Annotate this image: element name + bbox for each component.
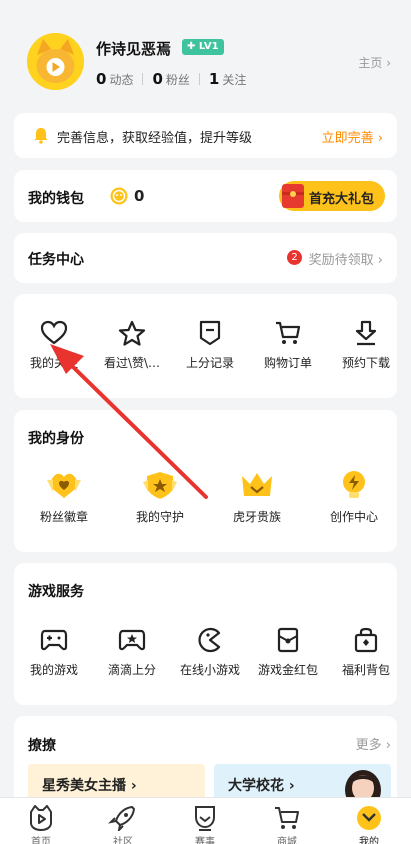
- huya-noble-entry[interactable]: 虎牙贵族: [217, 470, 297, 525]
- download-icon: [355, 320, 377, 346]
- welfare-bag-label: 福利背包: [341, 663, 390, 677]
- profile-stats: 0 动态 0 粉丝 1 关注: [96, 70, 246, 88]
- viewed-liked-entry[interactable]: 看过\赞\…: [94, 320, 170, 371]
- home-icon: [30, 805, 52, 831]
- rank-record-label: 上分记录: [185, 356, 234, 370]
- gamepad-icon: [40, 629, 68, 651]
- trophy-icon: [195, 806, 215, 831]
- red-packet-icon: [277, 627, 299, 653]
- wallet-balance: 0: [134, 187, 145, 205]
- task-badge: 2: [287, 250, 302, 265]
- beauty-streamer-label: 星秀美女主播 ›: [42, 778, 137, 794]
- tab-events-label: 赛事: [195, 837, 215, 844]
- game-red-packet-label: 游戏金红包: [257, 663, 318, 677]
- reserve-download-entry[interactable]: 预约下载: [328, 320, 404, 371]
- task-center-row[interactable]: 任务中心 2 奖励待领取 ›: [14, 233, 397, 283]
- bottom-tab-bar: 首页 社区 赛事 商城 我的: [0, 797, 411, 844]
- follow-count: 1: [208, 70, 220, 88]
- game-red-packet-entry[interactable]: 游戏金红包: [250, 627, 326, 678]
- wallet-title: 我的钱包: [28, 191, 84, 207]
- task-center-title: 任务中心: [28, 252, 84, 268]
- reserve-download-label: 预约下载: [341, 356, 390, 370]
- cart-icon: [275, 807, 299, 829]
- guard-icon: [143, 472, 177, 499]
- level-badge: ✚ LV1: [182, 39, 224, 55]
- more-link[interactable]: 更多 ›: [356, 734, 391, 753]
- pacman-icon: [198, 627, 221, 653]
- avatar[interactable]: [27, 33, 84, 90]
- didi-rank-label: 滴滴上分: [107, 663, 156, 677]
- tab-mall[interactable]: 商城: [246, 798, 328, 844]
- huya-noble-label: 虎牙贵族: [232, 510, 281, 524]
- rocket-icon: [108, 806, 135, 831]
- divider: [142, 73, 144, 85]
- shopping-orders-label: 购物订单: [263, 356, 312, 370]
- fan-badge-label: 粉丝徽章: [39, 510, 88, 524]
- tab-community[interactable]: 社区: [82, 798, 164, 844]
- bag-icon: [354, 627, 378, 653]
- quick-entries: 我的关注 看过\赞\… 上分记录 购物订单 预约下载: [14, 294, 397, 398]
- creator-center-label: 创作中心: [329, 510, 378, 524]
- divider: [198, 73, 200, 85]
- game-services-card: 游戏服务 我的游戏 滴滴上分 在线小游戏 游戏金红包 福利背包: [14, 563, 397, 705]
- star-icon: [118, 320, 146, 346]
- crown-icon: [242, 473, 272, 496]
- homepage-link[interactable]: 主页 ›: [358, 54, 391, 71]
- liaoliao-card: 撩撩 更多 › 星秀美女主播 › 大学校花 ›: [14, 716, 397, 806]
- reward-pending-link[interactable]: 奖励待领取 ›: [309, 249, 383, 268]
- heart-icon: [40, 320, 68, 345]
- my-guard-entry[interactable]: 我的守护: [120, 470, 200, 525]
- notice-text: 完善信息，获取经验值，提升等级: [57, 131, 253, 146]
- fan-badge-entry[interactable]: 粉丝徽章: [24, 470, 104, 525]
- dynamics-label[interactable]: 动态: [109, 71, 133, 88]
- first-recharge-button[interactable]: 首充大礼包: [279, 181, 385, 211]
- shopping-orders-entry[interactable]: 购物订单: [250, 320, 326, 371]
- my-guard-label: 我的守护: [135, 510, 184, 524]
- fan-badge-icon: [47, 473, 81, 498]
- complete-profile-link[interactable]: 立即完善 ›: [322, 127, 383, 146]
- profile-notice[interactable]: 完善信息，获取经验值，提升等级 立即完善 ›: [14, 113, 397, 158]
- liaoliao-title: 撩撩: [28, 738, 56, 754]
- game-services-title: 游戏服务: [28, 584, 84, 600]
- identity-card: 我的身份 粉丝徽章 我的守护 虎牙贵族 创作中心: [14, 410, 397, 552]
- fans-label[interactable]: 粉丝: [166, 71, 190, 88]
- my-follow-entry[interactable]: 我的关注: [16, 320, 92, 371]
- gamepad-star-icon: [118, 629, 146, 651]
- follow-label[interactable]: 关注: [222, 71, 246, 88]
- wallet-row[interactable]: 我的钱包 0 首充大礼包: [14, 170, 397, 222]
- record-icon: [199, 320, 221, 346]
- first-recharge-label: 首充大礼包: [309, 192, 375, 207]
- online-mini-games-entry[interactable]: 在线小游戏: [172, 627, 248, 678]
- cart-icon: [276, 321, 301, 344]
- gift-icon: [282, 184, 304, 208]
- profile-header: 作诗见恶焉 ✚ LV1 0 动态 0 粉丝 1 关注 主页 ›: [0, 0, 411, 105]
- tab-home[interactable]: 首页: [0, 798, 82, 844]
- campus-belle-label: 大学校花 ›: [228, 778, 295, 794]
- rank-record-entry[interactable]: 上分记录: [172, 320, 248, 371]
- viewed-liked-label: 看过\赞\…: [103, 356, 161, 370]
- bell-icon: [34, 128, 48, 144]
- didi-rank-entry[interactable]: 滴滴上分: [94, 627, 170, 678]
- coin-icon: [110, 187, 128, 205]
- tab-mall-label: 商城: [277, 837, 297, 844]
- creator-icon: [343, 471, 365, 498]
- my-games-label: 我的游戏: [29, 663, 78, 677]
- tab-mine[interactable]: 我的: [328, 798, 410, 844]
- dynamics-count: 0: [96, 70, 107, 88]
- tab-community-label: 社区: [113, 837, 133, 844]
- my-games-entry[interactable]: 我的游戏: [16, 627, 92, 678]
- fans-count: 0: [152, 70, 163, 88]
- tab-home-label: 首页: [31, 837, 51, 844]
- profile-icon: [357, 806, 381, 830]
- creator-center-entry[interactable]: 创作中心: [314, 470, 394, 525]
- online-mini-games-label: 在线小游戏: [179, 663, 240, 677]
- username: 作诗见恶焉: [96, 40, 172, 58]
- tab-mine-label: 我的: [359, 837, 379, 844]
- welfare-bag-entry[interactable]: 福利背包: [328, 627, 404, 678]
- identity-title: 我的身份: [28, 431, 84, 447]
- tab-events[interactable]: 赛事: [164, 798, 246, 844]
- my-follow-label: 我的关注: [29, 356, 78, 370]
